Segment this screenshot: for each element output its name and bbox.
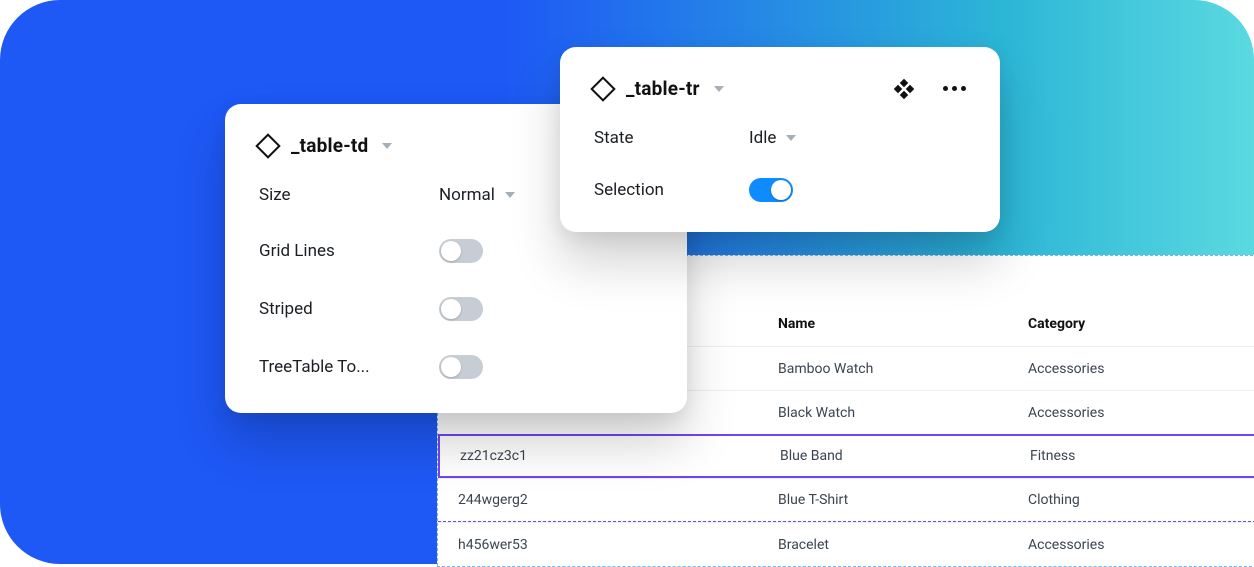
size-value: Normal bbox=[439, 185, 495, 205]
cell-code: zz21cz3c1 bbox=[440, 448, 780, 464]
chevron-down-icon bbox=[786, 135, 796, 141]
cell-category: Accessories bbox=[1028, 405, 1254, 421]
chevron-down-icon bbox=[505, 192, 515, 198]
component-icon bbox=[255, 133, 280, 158]
prop-label: Grid Lines bbox=[259, 241, 439, 261]
table-header-category[interactable]: Category bbox=[1028, 270, 1254, 332]
cell-name: Bracelet bbox=[778, 537, 1028, 553]
cell-name: Bamboo Watch bbox=[778, 361, 1028, 377]
row-striped: Striped bbox=[259, 297, 653, 321]
panel-header[interactable]: _table-tr bbox=[594, 77, 966, 100]
table-header-name[interactable]: Name bbox=[778, 270, 1028, 332]
cell-category: Clothing bbox=[1028, 492, 1254, 508]
row-selection: Selection bbox=[594, 178, 966, 202]
cell-category: Fitness bbox=[1030, 448, 1254, 464]
cell-name: Black Watch bbox=[778, 405, 1028, 421]
cell-code: h456wer53 bbox=[438, 537, 778, 553]
chevron-down-icon[interactable] bbox=[382, 143, 392, 149]
row-grid-lines: Grid Lines bbox=[259, 239, 653, 263]
prop-label: State bbox=[594, 128, 749, 148]
state-value: Idle bbox=[749, 128, 776, 148]
table-row-selected[interactable]: zz21cz3c1 Blue Band Fitness bbox=[438, 434, 1254, 478]
cell-category: Accessories bbox=[1028, 537, 1254, 553]
striped-toggle[interactable] bbox=[439, 297, 483, 321]
chevron-down-icon[interactable] bbox=[714, 86, 724, 92]
cell-name: Blue T-Shirt bbox=[778, 492, 1028, 508]
panel-title: _table-tr bbox=[626, 77, 700, 100]
component-icon bbox=[590, 76, 615, 101]
state-select[interactable]: Idle bbox=[749, 128, 796, 148]
prop-label: Striped bbox=[259, 299, 439, 319]
cell-name: Blue Band bbox=[780, 448, 1030, 464]
prop-label: TreeTable To... bbox=[259, 357, 439, 377]
row-state: State Idle bbox=[594, 128, 966, 148]
more-icon[interactable] bbox=[943, 86, 966, 91]
panel-title: _table-td bbox=[291, 134, 368, 157]
prop-label: Selection bbox=[594, 180, 749, 200]
grid-lines-toggle[interactable] bbox=[439, 239, 483, 263]
prop-label: Size bbox=[259, 185, 439, 205]
panel-table-tr: _table-tr State Idle Selection bbox=[560, 47, 1000, 232]
cell-code: 244wgerg2 bbox=[438, 492, 778, 508]
size-select[interactable]: Normal bbox=[439, 185, 515, 205]
move-icon[interactable] bbox=[895, 80, 913, 98]
cell-category: Accessories bbox=[1028, 361, 1254, 377]
table-row[interactable]: h456wer53 Bracelet Accessories bbox=[438, 522, 1254, 566]
treetable-toggle[interactable] bbox=[439, 355, 483, 379]
selection-toggle[interactable] bbox=[749, 178, 793, 202]
table-row[interactable]: 244wgerg2 Blue T-Shirt Clothing bbox=[438, 478, 1254, 522]
row-treetable: TreeTable To... bbox=[259, 355, 653, 379]
